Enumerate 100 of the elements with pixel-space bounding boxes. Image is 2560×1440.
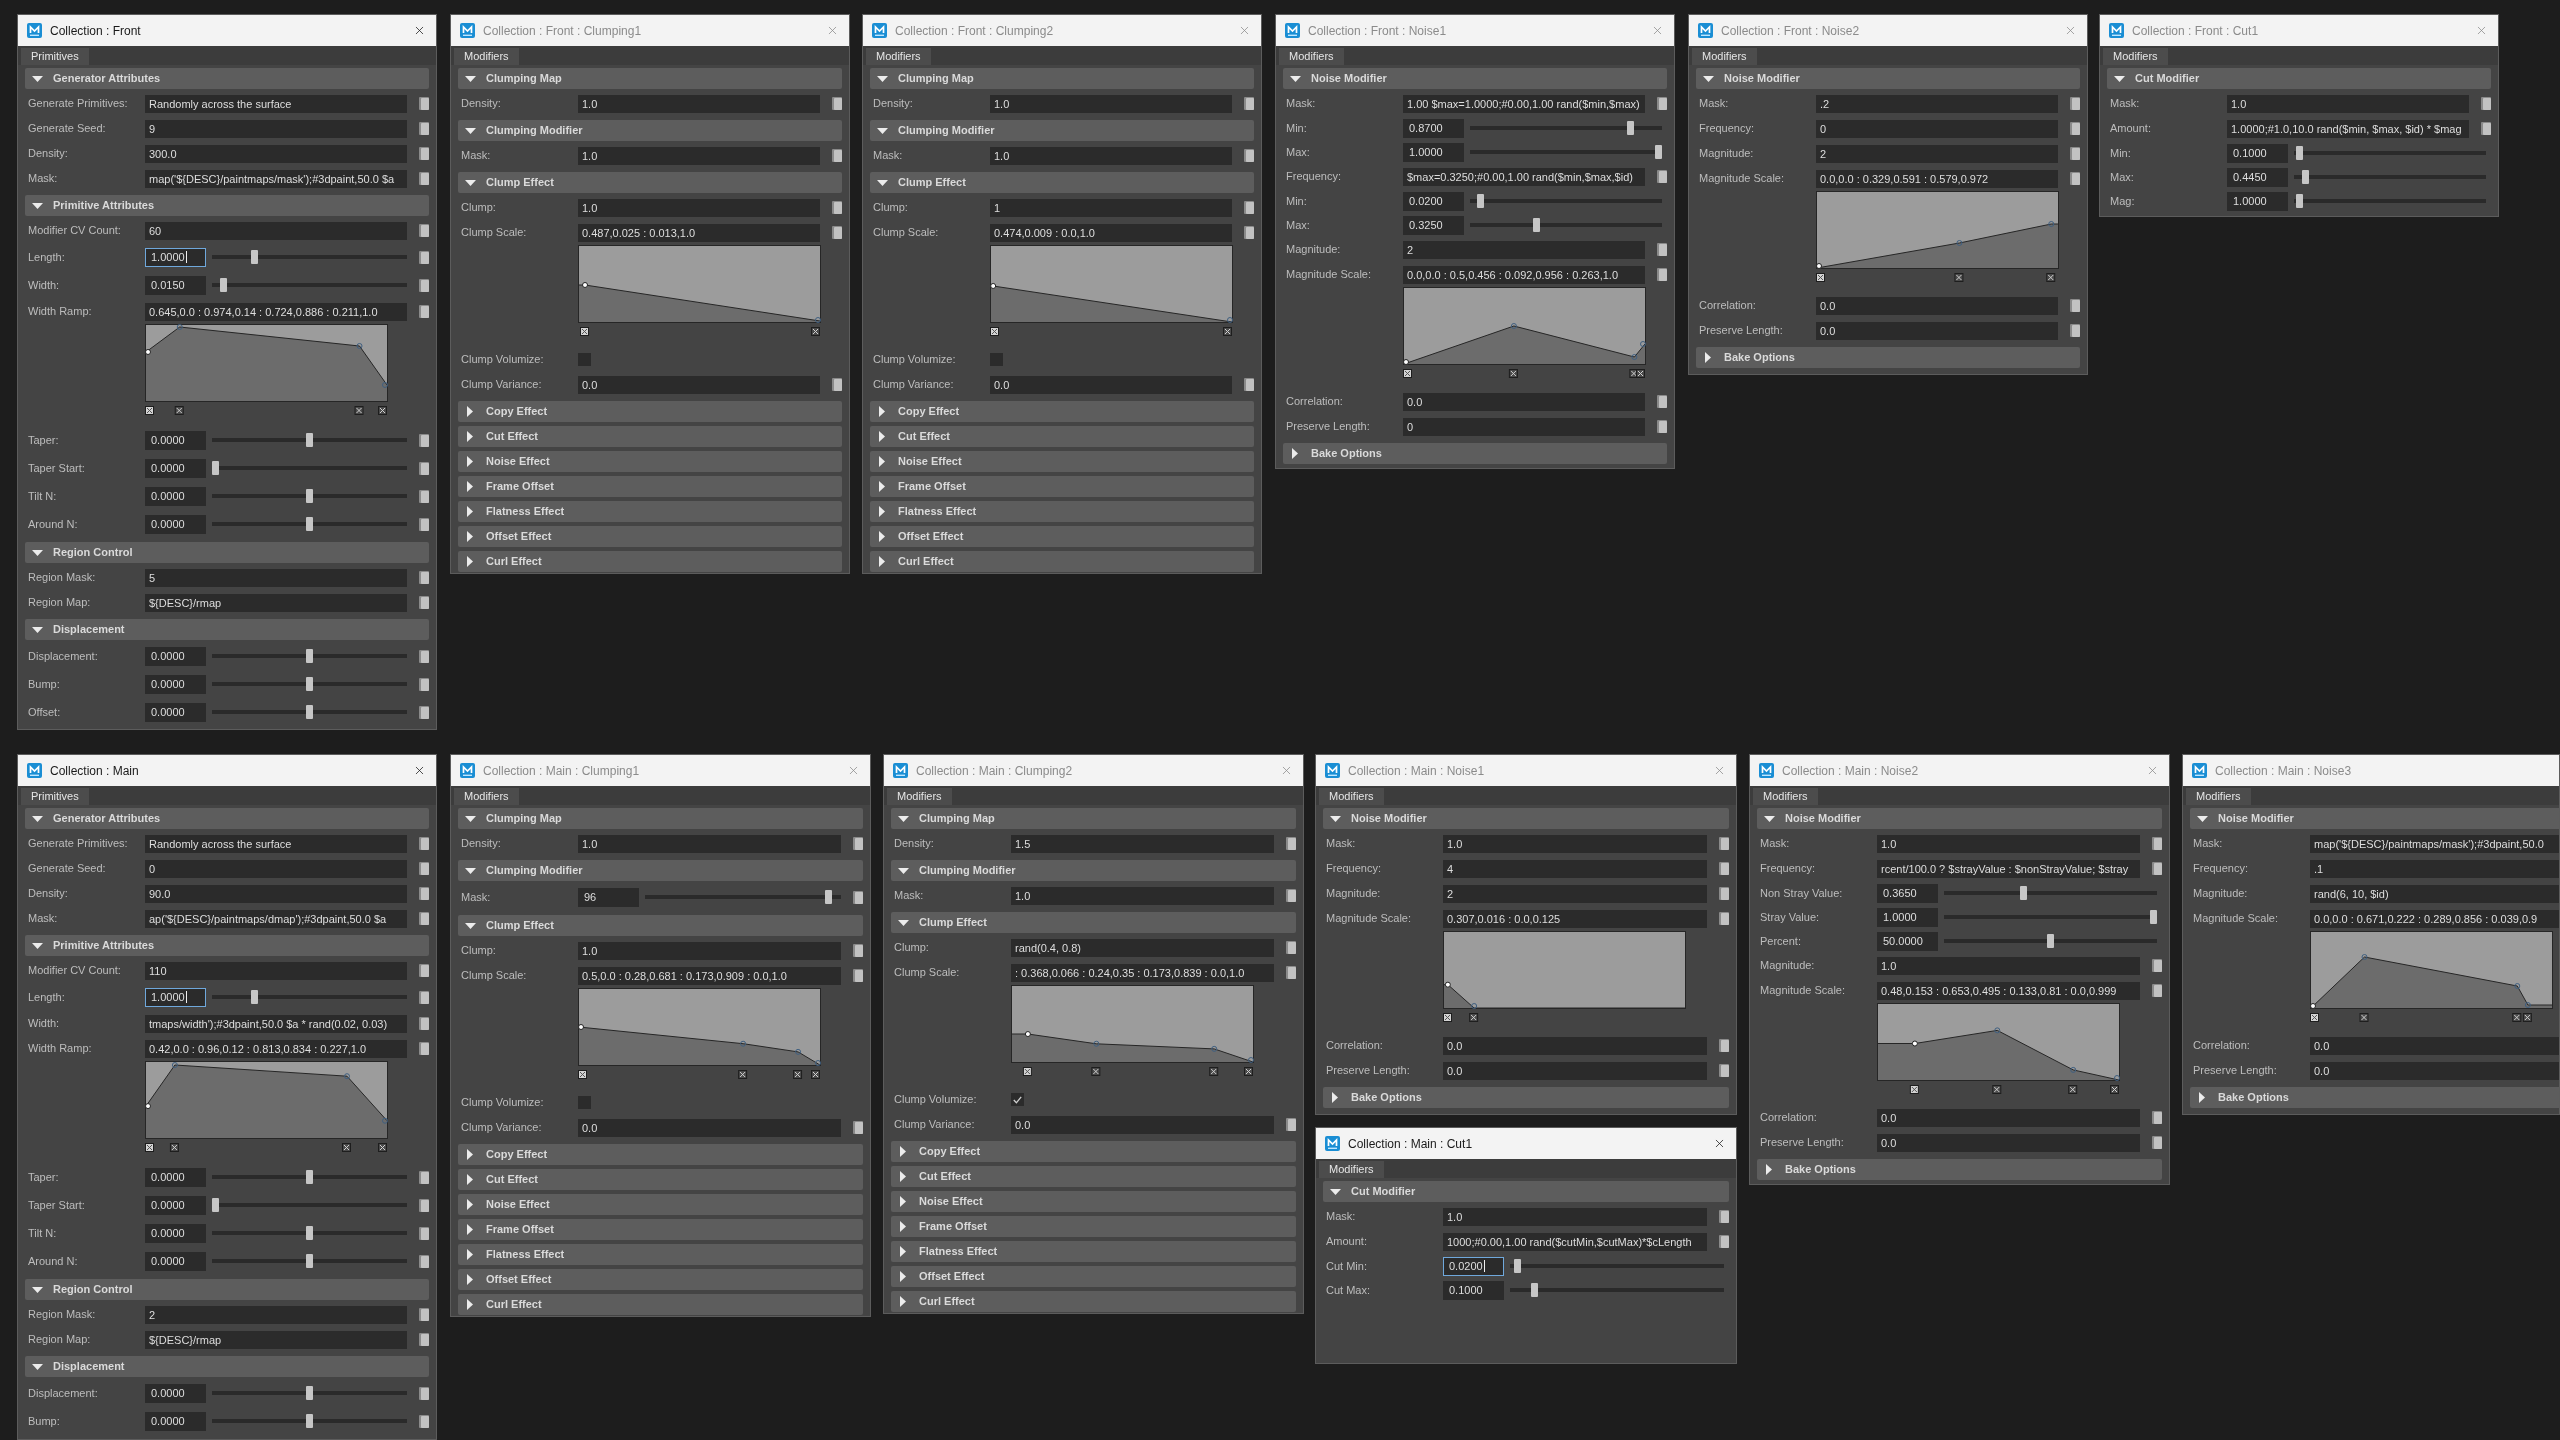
field-label: Modifier CV Count: xyxy=(28,223,121,239)
field-label: Mask: xyxy=(1760,836,1790,852)
window-title: Collection : Main : Noise3 xyxy=(2215,762,2352,780)
field-label: Generate Seed: xyxy=(28,121,106,137)
field-label: Taper: xyxy=(28,1169,59,1185)
field-label: Frequency: xyxy=(1699,121,1755,137)
field-label: Density: xyxy=(894,836,934,852)
field-label: Clump Variance: xyxy=(894,1117,975,1133)
field-label: Magnitude Scale: xyxy=(1286,267,1371,283)
window-title: Collection : Main xyxy=(50,762,139,780)
field-label: Density: xyxy=(28,146,68,162)
field-label: Width: xyxy=(28,1016,60,1032)
field-label: Mask: xyxy=(2193,836,2223,852)
field-label: Density: xyxy=(28,886,68,902)
field-label: Mask: xyxy=(1699,96,1729,112)
field-label: Correlation: xyxy=(1699,298,1756,314)
field-label: Generate Primitives: xyxy=(28,836,128,852)
window-title: Collection : Front : Noise1 xyxy=(1308,22,1447,40)
field-label: Density: xyxy=(873,96,913,112)
field-label: Mask: xyxy=(1286,96,1316,112)
field-label: Min: xyxy=(1286,193,1307,209)
field-label: Bump: xyxy=(28,676,60,692)
field-label: Magnitude Scale: xyxy=(1699,171,1784,187)
field-label: Region Mask: xyxy=(28,1307,96,1323)
field-label: Frequency: xyxy=(1286,169,1342,185)
field-label: Tilt N: xyxy=(28,1225,57,1241)
field-label: Clump Volumize: xyxy=(461,1095,544,1111)
field-label: Preserve Length: xyxy=(1286,419,1370,435)
field-label: Clump Scale: xyxy=(873,225,939,241)
field-label: Non Stray Value: xyxy=(1760,885,1843,901)
field-label: Min: xyxy=(2110,145,2131,161)
window-title: Collection : Main : Clumping2 xyxy=(916,762,1073,780)
field-label: Clump Scale: xyxy=(894,965,960,981)
field-label: Clump Volumize: xyxy=(894,1092,977,1108)
field-label: Max: xyxy=(1286,144,1310,160)
field-label: Width Ramp: xyxy=(28,1041,92,1057)
window-title: Collection : Main : Cut1 xyxy=(1348,1135,1473,1153)
field-label: Preserve Length: xyxy=(1699,323,1783,339)
field-label: Magnitude: xyxy=(1760,958,1815,974)
field-label: Correlation: xyxy=(1326,1038,1383,1054)
field-label: Mask: xyxy=(28,171,58,187)
field-label: Taper Start: xyxy=(28,460,85,476)
field-label: Displacement: xyxy=(28,648,98,664)
window-title: Collection : Front : Cut1 xyxy=(2132,22,2259,40)
field-label: Stray Value: xyxy=(1760,909,1820,925)
field-label: Frequency: xyxy=(1760,861,1816,877)
field-label: Modifier CV Count: xyxy=(28,963,121,979)
field-label: Taper: xyxy=(28,432,59,448)
field-label: Tilt N: xyxy=(28,488,57,504)
field-label: Mask: xyxy=(894,888,924,904)
field-label: Amount: xyxy=(2110,121,2151,137)
field-label: Mask: xyxy=(28,911,58,927)
field-label: Mask: xyxy=(1326,836,1356,852)
field-label: Magnitude: xyxy=(1326,886,1381,902)
field-label: Clump Variance: xyxy=(873,377,954,393)
field-label: Frequency: xyxy=(1326,861,1382,877)
field-label: Length: xyxy=(28,249,65,265)
field-label: Region Map: xyxy=(28,1332,91,1348)
field-label: Amount: xyxy=(1326,1234,1367,1250)
field-label: Cut Max: xyxy=(1326,1282,1370,1298)
field-label: Displacement: xyxy=(28,1385,98,1401)
field-label: Preserve Length: xyxy=(1760,1135,1844,1151)
field-label: Cut Min: xyxy=(1326,1258,1367,1274)
window-title: Collection : Front : Noise2 xyxy=(1721,22,1860,40)
field-label: Clump: xyxy=(461,200,496,216)
field-label: Length: xyxy=(28,989,65,1005)
field-label: Density: xyxy=(461,836,501,852)
field-label: Preserve Length: xyxy=(1326,1063,1410,1079)
field-label: Around N: xyxy=(28,1253,78,1269)
field-label: Bump: xyxy=(28,1413,60,1429)
window-title: Collection : Front : Clumping2 xyxy=(895,22,1054,40)
field-label: Clump Scale: xyxy=(461,225,527,241)
field-label: Max: xyxy=(2110,169,2134,185)
field-label: Magnitude: xyxy=(1286,242,1341,258)
field-label: Clump: xyxy=(894,940,929,956)
field-label: Clump Volumize: xyxy=(461,352,544,368)
field-label: Correlation: xyxy=(1286,394,1343,410)
field-label: Percent: xyxy=(1760,933,1801,949)
field-label: Correlation: xyxy=(2193,1038,2250,1054)
field-label: Magnitude: xyxy=(2193,886,2248,902)
window-title: Collection : Front : Clumping1 xyxy=(483,22,642,40)
field-label: Clump Scale: xyxy=(461,968,527,984)
field-label: Max: xyxy=(1286,217,1310,233)
field-label: Mask: xyxy=(2110,96,2140,112)
field-label: Min: xyxy=(1286,120,1307,136)
field-label: Density: xyxy=(461,96,501,112)
field-label: Taper Start: xyxy=(28,1197,85,1213)
field-label: Around N: xyxy=(28,516,78,532)
window-title: Collection : Front xyxy=(50,22,141,40)
field-label: Generate Primitives: xyxy=(28,96,128,112)
field-label: Region Map: xyxy=(28,595,91,611)
field-label: Magnitude: xyxy=(1699,146,1754,162)
field-label: Mask: xyxy=(461,889,491,905)
window-title: Collection : Main : Noise2 xyxy=(1782,762,1919,780)
field-label: Offset: xyxy=(28,704,61,720)
field-label: Correlation: xyxy=(1760,1110,1817,1126)
field-label: Mag: xyxy=(2110,193,2135,209)
field-label: Preserve Length: xyxy=(2193,1063,2277,1079)
field-label: Generate Seed: xyxy=(28,861,106,877)
field-label: Clump Variance: xyxy=(461,1120,542,1136)
